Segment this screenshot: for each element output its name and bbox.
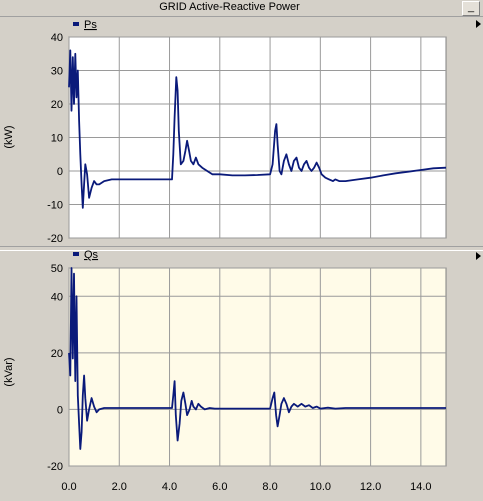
plot-area-1 [68, 267, 447, 467]
y-tick-label: 0 [57, 404, 63, 416]
chart-canvas: 40 30 20 10 0 -10 -20 (kW) Ps 50 40 20 0 -20 (kVar) Qs 0… [3, 19, 447, 493]
y-axis-label: (kVar) [3, 357, 15, 386]
x-tick-label: 10.0 [310, 481, 331, 493]
y-tick-label: 10 [51, 133, 63, 145]
y-tick-label: 30 [51, 66, 63, 78]
legend-swatch [73, 252, 79, 256]
y-tick-label: 20 [51, 99, 63, 111]
legend-swatch [73, 22, 79, 26]
legend-label: Ps [84, 19, 97, 31]
x-tick-label: 8.0 [262, 481, 277, 493]
x-tick-label: 2.0 [112, 481, 127, 493]
x-tick-label: 6.0 [212, 481, 227, 493]
y-tick-label: 20 [51, 348, 63, 360]
y-axis-label: (kW) [3, 125, 15, 148]
x-tick-label: 0.0 [61, 481, 76, 493]
x-tick-label: 12.0 [360, 481, 381, 493]
x-tick-label: 14.0 [410, 481, 431, 493]
y-tick-label: -10 [47, 200, 63, 212]
legend-label: Qs [84, 249, 99, 261]
y-tick-label: -20 [47, 461, 63, 473]
x-tick-label: 4.0 [162, 481, 177, 493]
y-tick-label: 50 [51, 263, 63, 275]
y-tick-label: 40 [51, 291, 63, 303]
y-tick-label: -20 [47, 233, 63, 245]
y-tick-label: 40 [51, 32, 63, 44]
y-tick-label: 0 [57, 166, 63, 178]
